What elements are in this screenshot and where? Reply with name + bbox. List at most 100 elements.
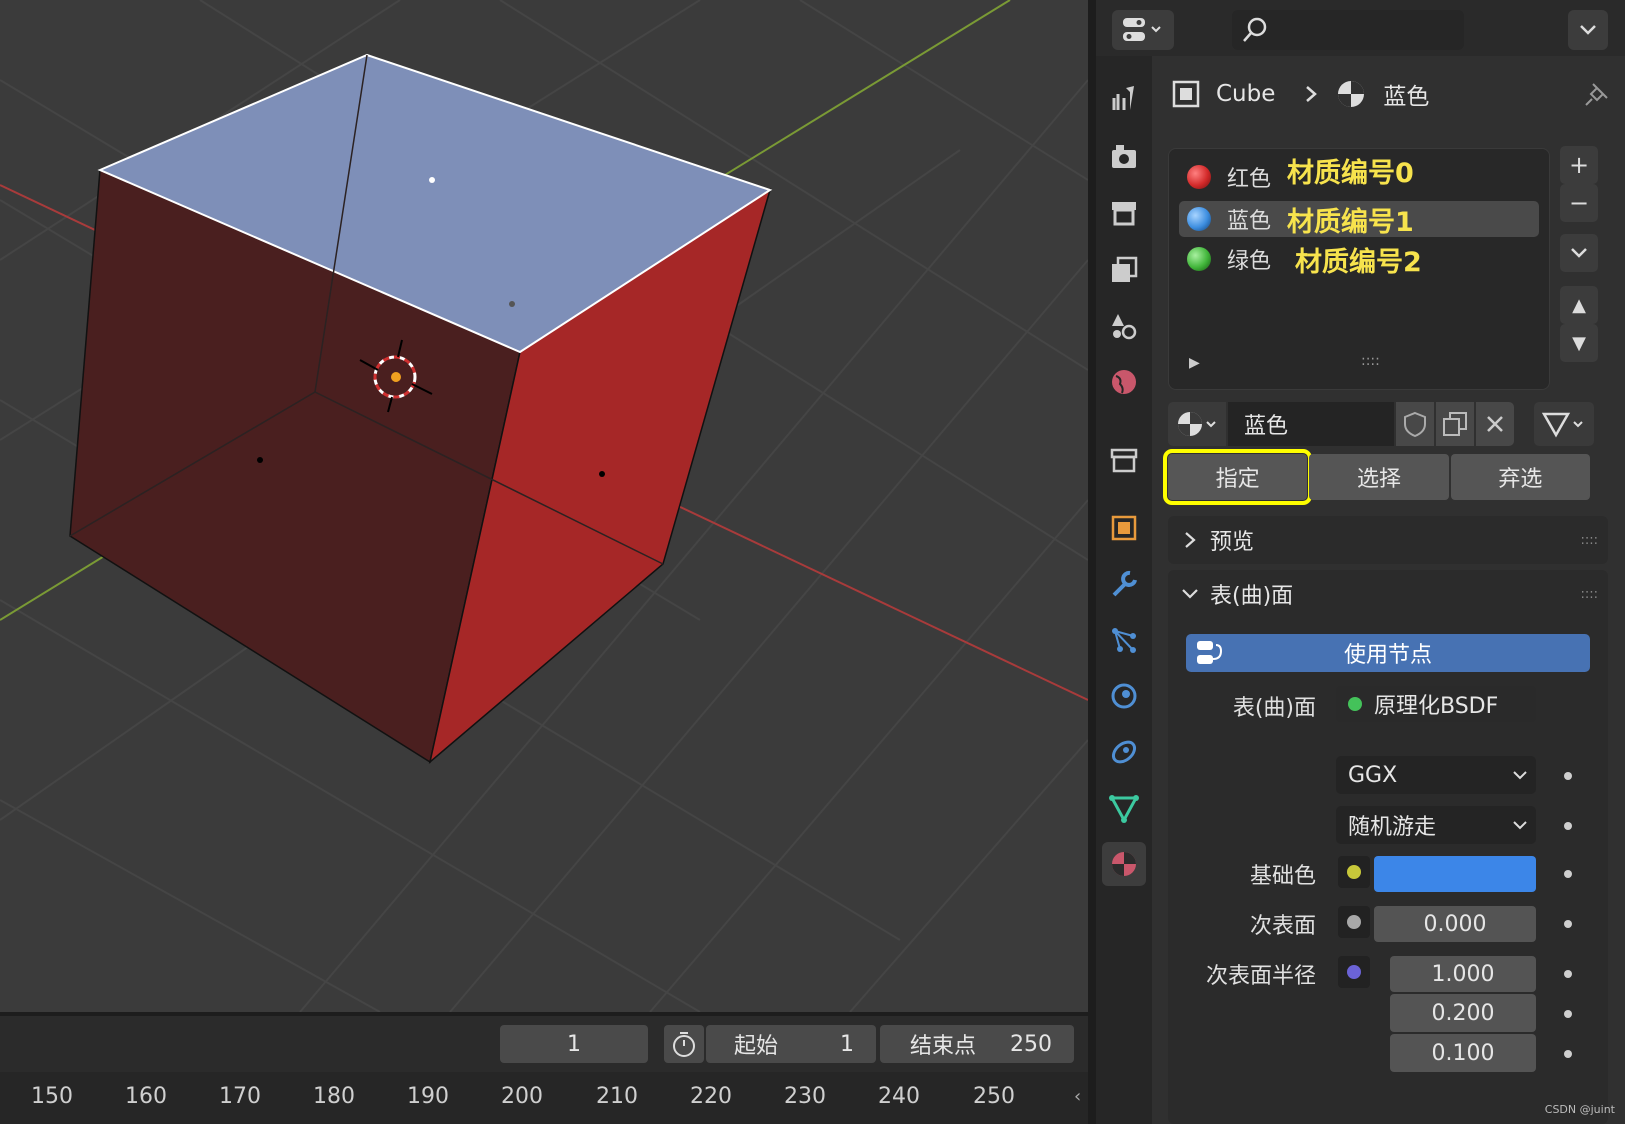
tab-physics[interactable]	[1102, 674, 1146, 718]
remove-slot-button[interactable]: −	[1560, 184, 1598, 222]
vector-socket-icon	[1347, 965, 1361, 979]
subsurface-radius-label: 次表面半径	[1205, 964, 1316, 989]
tab-output[interactable]	[1102, 190, 1146, 234]
options-dropdown[interactable]	[1568, 10, 1608, 50]
distribution-dropdown[interactable]: GGX	[1336, 756, 1536, 794]
tab-object[interactable]	[1102, 506, 1146, 550]
surface-shader-field[interactable]: 原理化BSDF	[1336, 686, 1536, 722]
constraints-icon	[1111, 740, 1137, 764]
subsurface-socket[interactable]	[1338, 906, 1370, 938]
keyframe-dot[interactable]	[1564, 772, 1572, 780]
pin-icon[interactable]	[1583, 80, 1611, 108]
keyframe-dot[interactable]	[1564, 822, 1572, 830]
search-input[interactable]	[1232, 10, 1464, 50]
keyframe-dot[interactable]	[1564, 920, 1572, 928]
keyframe-dot[interactable]	[1564, 1050, 1572, 1058]
cube[interactable]	[69, 53, 773, 765]
deselect-button[interactable]: 弃选	[1450, 454, 1590, 500]
object-icon	[1172, 80, 1200, 108]
tab-object-data[interactable]	[1102, 786, 1146, 830]
tool-icon	[1112, 86, 1134, 110]
world-icon	[1112, 370, 1136, 394]
preview-panel-title: 预览	[1210, 530, 1255, 555]
view-layer-icon	[1112, 256, 1138, 282]
tab-world[interactable]	[1102, 360, 1146, 404]
tab-tool[interactable]	[1102, 76, 1146, 120]
viewport-scene[interactable]	[0, 0, 1088, 1012]
tab-modifiers[interactable]	[1102, 562, 1146, 606]
current-frame-field[interactable]: 1	[500, 1025, 648, 1063]
material-slot[interactable]: 红色 材质编号0	[1179, 158, 1539, 195]
vertex-dot	[257, 457, 263, 463]
output-icon	[1112, 202, 1136, 226]
slot-annotation: 材质编号2	[1295, 246, 1422, 278]
subsurface-radius-socket[interactable]	[1338, 956, 1370, 988]
ruler-frame-number: 150	[31, 1084, 73, 1109]
keyframe-dot[interactable]	[1564, 970, 1572, 978]
drag-grip-icon[interactable]: ::::	[1580, 533, 1598, 548]
chevron-down-icon	[1580, 25, 1596, 35]
material-icon	[1338, 81, 1365, 107]
keyframe-dot[interactable]	[1564, 870, 1572, 878]
slot-specials-button[interactable]	[1560, 234, 1598, 272]
drag-grip-icon[interactable]: ::::	[1580, 587, 1598, 602]
tab-collection[interactable]	[1102, 438, 1146, 482]
assign-button[interactable]: 指定	[1162, 449, 1313, 505]
vertex-dot	[599, 471, 605, 477]
surface-shader-label: 表(曲)面	[1232, 696, 1316, 721]
face-center-dot	[429, 177, 435, 183]
editor-type-icon	[1123, 18, 1161, 41]
select-button[interactable]: 选择	[1309, 454, 1449, 500]
base-color-swatch[interactable]	[1374, 856, 1536, 892]
move-slot-up-button[interactable]: ▲	[1560, 286, 1598, 324]
list-resize-grip[interactable]: ::::	[1361, 353, 1380, 369]
material-slot-list[interactable]: 红色 材质编号0 蓝色 材质编号1 绿色 材质编号2 ▶ ::::	[1168, 148, 1550, 390]
3d-viewport[interactable]	[0, 0, 1088, 1012]
tab-render[interactable]	[1102, 134, 1146, 178]
surface-panel-title: 表(曲)面	[1210, 584, 1294, 609]
properties-tabs	[1096, 56, 1152, 1124]
subsurface-radius-z-field[interactable]: 0.100	[1390, 1034, 1536, 1072]
tab-constraints[interactable]	[1102, 730, 1146, 774]
subsurface-method-dropdown[interactable]: 随机游走	[1336, 806, 1536, 844]
preview-panel-header[interactable]: 预览 ::::	[1168, 516, 1608, 564]
material-slot[interactable]: 蓝色 材质编号1	[1179, 201, 1539, 238]
stopwatch-icon[interactable]	[664, 1025, 704, 1063]
move-slot-down-button[interactable]: ▼	[1560, 324, 1598, 362]
start-frame-field[interactable]: 起始 1	[706, 1025, 876, 1063]
unlink-material-button[interactable]	[1476, 402, 1514, 446]
end-frame-field[interactable]: 结束点 250	[880, 1025, 1074, 1063]
base-color-label: 基础色	[1249, 864, 1316, 889]
triangle-down-icon: ▼	[1572, 332, 1586, 354]
slot-annotation: 材质编号1	[1287, 206, 1414, 238]
fake-user-button[interactable]	[1396, 402, 1434, 446]
material-name-field[interactable]: 蓝色	[1228, 402, 1394, 446]
link-mode-dropdown[interactable]	[1534, 402, 1594, 446]
object-icon	[1111, 515, 1137, 541]
tab-scene[interactable]	[1102, 304, 1146, 348]
tab-view-layer[interactable]	[1102, 248, 1146, 292]
keyframe-dot[interactable]	[1564, 1010, 1572, 1018]
expand-triangle-icon[interactable]: ▶	[1189, 355, 1200, 371]
tab-material[interactable]	[1102, 842, 1146, 886]
tab-particles[interactable]	[1102, 618, 1146, 662]
ruler-frame-number: 190	[407, 1084, 449, 1109]
material-slot[interactable]: 绿色 材质编号2	[1179, 241, 1539, 278]
watermark: CSDN @juint	[1544, 1103, 1615, 1116]
timeline-ruler[interactable]: 150 160 170 180 190 200 210 220 230 240 …	[0, 1072, 1088, 1124]
render-icon	[1112, 145, 1136, 168]
chevron-down-icon	[1571, 248, 1587, 258]
add-slot-button[interactable]: +	[1560, 146, 1598, 184]
editor-type-button[interactable]	[1112, 10, 1174, 50]
subsurface-value-field[interactable]: 0.000	[1374, 906, 1536, 942]
subsurface-radius-x-field[interactable]: 1.000	[1390, 956, 1536, 992]
face-center-dot	[509, 301, 515, 307]
collapse-arrow-icon[interactable]: ‹	[1074, 1086, 1081, 1107]
browse-material-button[interactable]	[1168, 402, 1226, 446]
duplicate-material-button[interactable]	[1436, 402, 1474, 446]
surface-shader-value: 原理化BSDF	[1374, 694, 1499, 719]
subsurface-radius-y-field[interactable]: 0.200	[1390, 994, 1536, 1032]
base-color-socket[interactable]	[1338, 856, 1370, 888]
use-nodes-button[interactable]: 使用节点	[1186, 634, 1590, 672]
surface-panel-header[interactable]: 表(曲)面 ::::	[1168, 570, 1608, 618]
